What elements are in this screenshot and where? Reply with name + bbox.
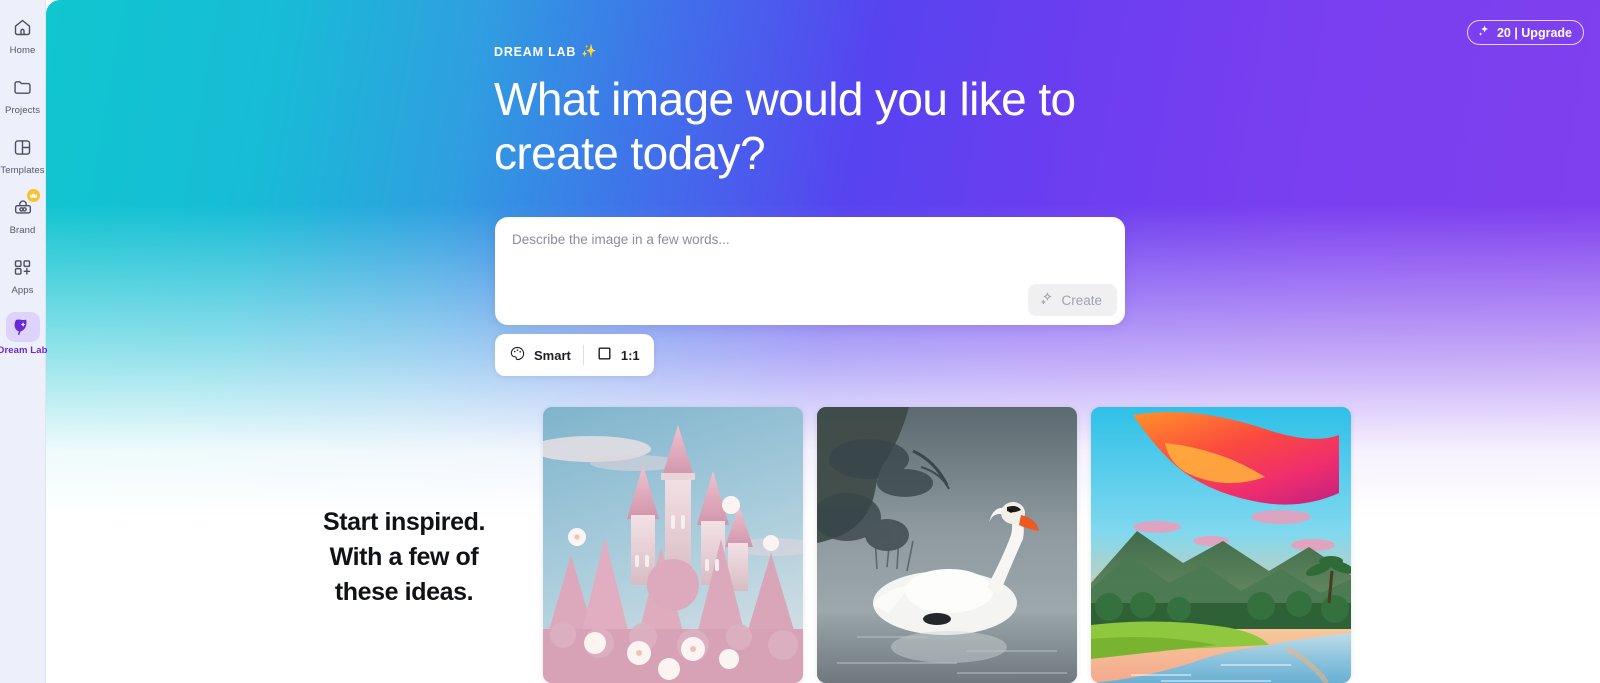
create-button[interactable]: Create [1028,284,1117,316]
main-content: 20 | Upgrade DREAM LAB ✨ What image woul… [46,0,1600,683]
home-icon [6,12,40,42]
sidebar-item-label: Apps [11,285,34,296]
sidebar-item-dream-lab[interactable]: Dream Lab [0,312,48,356]
dream-lab-eyebrow: DREAM LAB ✨ [494,44,1154,59]
style-selector[interactable]: Smart [509,345,571,365]
prompt-card: Create [495,217,1125,325]
aspect-ratio-label: 1:1 [620,347,640,363]
create-button-label: Create [1061,292,1102,308]
square-icon [596,345,613,365]
sidebar-item-label: Home [9,45,36,56]
sidebar-item-templates[interactable]: Templates [0,132,46,176]
pink-fantasy-castle-image [543,407,803,683]
inspiration-gallery [543,407,1351,683]
dream-lab-icon [5,312,40,342]
style-label: Smart [534,347,571,363]
sidebar-item-brand[interactable]: Brand [0,189,46,236]
templates-icon [6,132,40,162]
sparkle-icon [1039,291,1054,309]
eyebrow-label: DREAM LAB [494,44,577,59]
brand-kit-icon [6,189,40,222]
sidebar-item-label: Brand [9,225,36,236]
prompt-input[interactable] [512,232,1102,247]
upgrade-label: 20 | Upgrade [1496,25,1572,40]
crown-icon [26,189,40,202]
sparkle-icon [1477,24,1491,41]
folder-icon [6,72,40,102]
aspect-ratio-selector[interactable]: 1:1 [596,345,640,365]
page-title: What image would you like to create toda… [494,73,1076,179]
gallery-thumbnail-sunset[interactable] [1091,407,1351,683]
sidebar-item-label: Projects [4,105,41,116]
upgrade-credits-button[interactable]: 20 | Upgrade [1466,20,1584,45]
hero-section: DREAM LAB ✨ What image would you like to… [494,44,1154,180]
sidebar-item-projects[interactable]: Projects [0,72,46,116]
options-divider [582,345,584,365]
gallery-thumbnail-castle[interactable] [543,407,803,683]
misty-swan-image [817,407,1077,683]
sparkles-emoji-icon: ✨ [581,44,598,58]
generation-options-bar: Smart 1:1 [495,334,654,376]
apps-grid-plus-icon [6,252,40,282]
left-sidebar: Home Projects Templates Brand Apps Dream… [0,0,48,683]
sidebar-item-label: Templates [0,165,45,176]
tropical-sunset-river-image [1091,407,1351,683]
sidebar-item-apps[interactable]: Apps [0,252,46,296]
sidebar-item-home[interactable]: Home [0,12,46,56]
inspire-heading: Start inspired. With a few of these idea… [322,508,486,606]
sidebar-item-label: Dream Lab [0,345,48,356]
dream-lab-app: Home Projects Templates Brand Apps Dream… [0,0,1600,683]
gallery-thumbnail-swan[interactable] [817,407,1077,683]
palette-icon [509,345,526,365]
